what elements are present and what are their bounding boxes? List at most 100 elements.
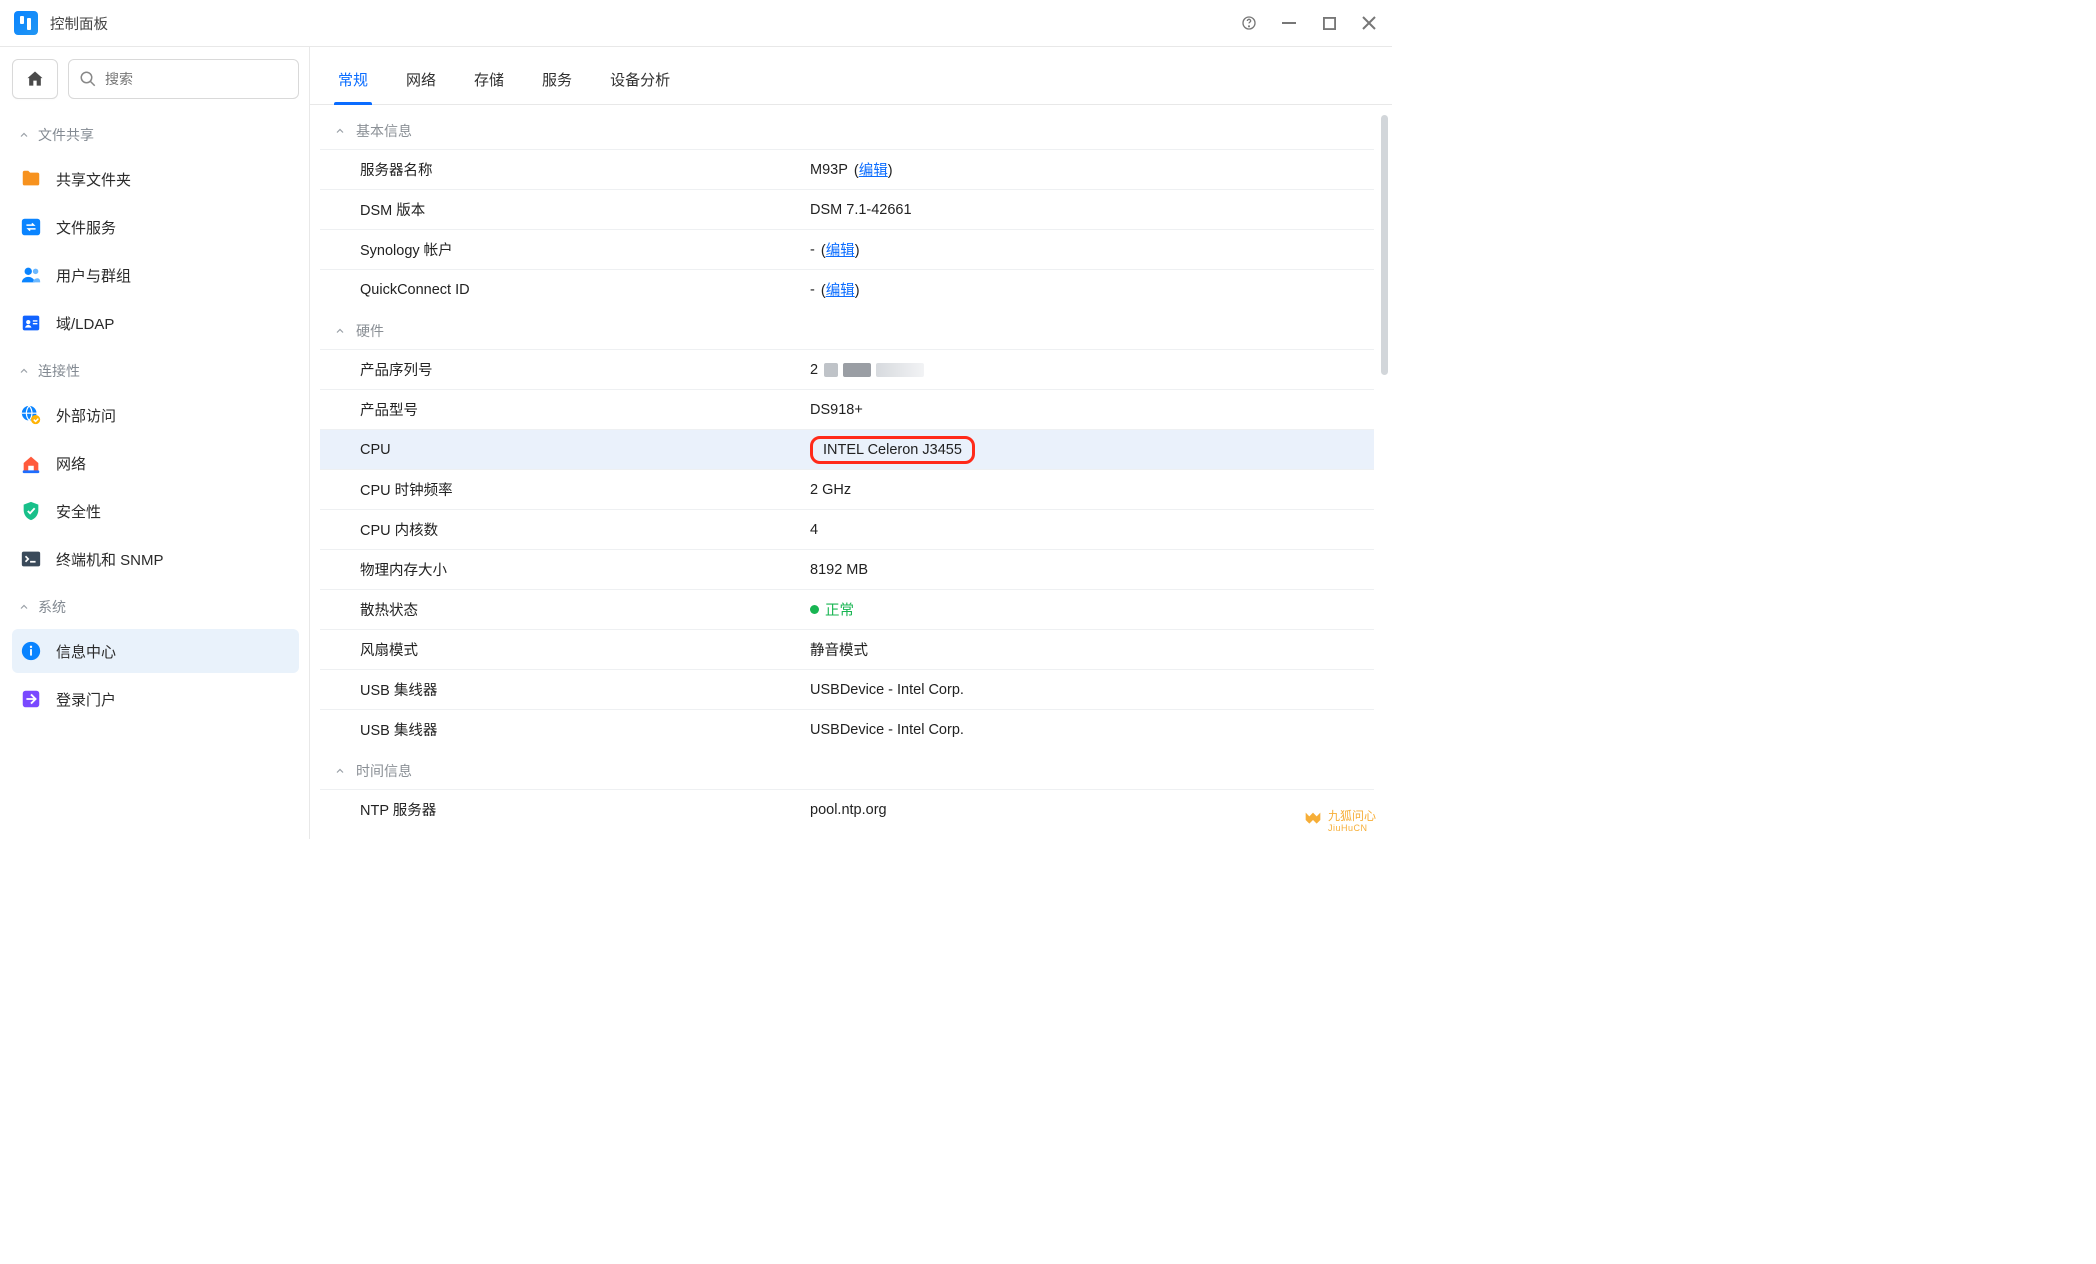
info-value: DS918+ bbox=[810, 402, 863, 418]
maximize-button[interactable] bbox=[1320, 14, 1338, 32]
info-row: CPU 时钟频率2 GHz bbox=[320, 469, 1374, 509]
home-icon bbox=[25, 69, 45, 89]
info-label: CPU 内核数 bbox=[360, 519, 810, 540]
tab-general[interactable]: 常规 bbox=[334, 63, 372, 104]
info-label: 产品序列号 bbox=[360, 359, 810, 380]
users-icon bbox=[20, 264, 42, 286]
sidebar-group-label: 文件共享 bbox=[38, 125, 94, 145]
info-row: 物理内存大小8192 MB bbox=[320, 549, 1374, 589]
tabs: 常规网络存储服务设备分析 bbox=[310, 47, 1392, 105]
info-row: 服务器名称M93P (编辑) bbox=[320, 149, 1374, 189]
main-panel: 常规网络存储服务设备分析 基本信息服务器名称M93P (编辑)DSM 版本DSM… bbox=[310, 47, 1392, 839]
search-field[interactable] bbox=[68, 59, 299, 99]
sidebar-item-shared-folders[interactable]: 共享文件夹 bbox=[12, 157, 299, 201]
titlebar: 控制面板 bbox=[0, 0, 1392, 47]
section-header-hardware[interactable]: 硬件 bbox=[320, 309, 1374, 349]
status-text: 正常 bbox=[825, 599, 854, 620]
edit-link[interactable]: 编辑 bbox=[826, 283, 855, 299]
section-title: 硬件 bbox=[356, 321, 384, 341]
info-row: USB 集线器USBDevice - Intel Corp. bbox=[320, 709, 1374, 749]
info-value: 8192 MB bbox=[810, 562, 868, 578]
info-value: M93P (编辑) bbox=[810, 159, 893, 180]
info-row: CPU 内核数4 bbox=[320, 509, 1374, 549]
info-value: 2 bbox=[810, 362, 924, 378]
section-header-basic[interactable]: 基本信息 bbox=[320, 109, 1374, 149]
sidebar-group-文件共享[interactable]: 文件共享 bbox=[12, 117, 299, 153]
sidebar-group-连接性[interactable]: 连接性 bbox=[12, 353, 299, 389]
search-input[interactable] bbox=[105, 71, 288, 87]
info-row: DSM 版本DSM 7.1-42661 bbox=[320, 189, 1374, 229]
info-label: NTP 服务器 bbox=[360, 799, 810, 820]
info-row: QuickConnect ID- (编辑) bbox=[320, 269, 1374, 309]
value-text: 2 bbox=[810, 362, 818, 378]
info-value: - (编辑) bbox=[810, 279, 860, 300]
section-title: 基本信息 bbox=[356, 121, 412, 141]
window-controls bbox=[1240, 14, 1378, 32]
tab-device[interactable]: 设备分析 bbox=[606, 63, 674, 104]
sidebar-group-label: 连接性 bbox=[38, 361, 80, 381]
app-icon bbox=[14, 11, 38, 35]
watermark-sub: JiuHuCN bbox=[1328, 824, 1376, 833]
help-button[interactable] bbox=[1240, 14, 1258, 32]
sidebar-item-label: 外部访问 bbox=[56, 405, 116, 426]
idcard-icon bbox=[20, 312, 42, 334]
sidebar-item-external-access[interactable]: 外部访问 bbox=[12, 393, 299, 437]
transfer-icon bbox=[20, 216, 42, 238]
info-value: 静音模式 bbox=[810, 639, 868, 660]
info-label: 风扇模式 bbox=[360, 639, 810, 660]
close-button[interactable] bbox=[1360, 14, 1378, 32]
sidebar-item-file-services[interactable]: 文件服务 bbox=[12, 205, 299, 249]
info-row: 散热状态正常 bbox=[320, 589, 1374, 629]
info-value: USBDevice - Intel Corp. bbox=[810, 682, 964, 698]
home-button[interactable] bbox=[12, 59, 58, 99]
sidebar-group-系统[interactable]: 系统 bbox=[12, 589, 299, 625]
sidebar-item-label: 域/LDAP bbox=[56, 313, 114, 334]
sidebar-item-network[interactable]: 网络 bbox=[12, 441, 299, 485]
sidebar-item-login-portal[interactable]: 登录门户 bbox=[12, 677, 299, 721]
sidebar-item-security[interactable]: 安全性 bbox=[12, 489, 299, 533]
folder-icon bbox=[20, 168, 42, 190]
section-title: 时间信息 bbox=[356, 761, 412, 781]
info-label: DSM 版本 bbox=[360, 199, 810, 220]
tab-service[interactable]: 服务 bbox=[538, 63, 576, 104]
watermark-text: 九狐问心 bbox=[1328, 809, 1376, 823]
info-value: DSM 7.1-42661 bbox=[810, 202, 912, 218]
sidebar: 文件共享共享文件夹文件服务用户与群组域/LDAP 连接性外部访问网络安全性终端机和… bbox=[0, 47, 310, 839]
sidebar-item-info-center[interactable]: 信息中心 bbox=[12, 629, 299, 673]
info-row: CPUINTEL Celeron J3455 bbox=[320, 429, 1374, 469]
scrollbar[interactable] bbox=[1381, 115, 1388, 375]
portal-icon bbox=[20, 688, 42, 710]
value-text: - bbox=[810, 242, 815, 258]
info-value: 4 bbox=[810, 522, 818, 538]
edit-link[interactable]: 编辑 bbox=[826, 243, 855, 259]
sidebar-item-label: 终端机和 SNMP bbox=[56, 549, 164, 570]
tab-storage[interactable]: 存储 bbox=[470, 63, 508, 104]
sidebar-item-label: 信息中心 bbox=[56, 641, 116, 662]
sidebar-item-terminal-snmp[interactable]: 终端机和 SNMP bbox=[12, 537, 299, 581]
watermark: 九狐问心 JiuHuCN bbox=[1302, 807, 1376, 833]
info-value: - (编辑) bbox=[810, 239, 860, 260]
sidebar-item-label: 安全性 bbox=[56, 501, 101, 522]
tab-network[interactable]: 网络 bbox=[402, 63, 440, 104]
info-value: 2 GHz bbox=[810, 482, 851, 498]
shield-icon bbox=[20, 500, 42, 522]
info-label: 产品型号 bbox=[360, 399, 810, 420]
info-label: USB 集线器 bbox=[360, 679, 810, 700]
info-label: USB 集线器 bbox=[360, 719, 810, 740]
minimize-button[interactable] bbox=[1280, 14, 1298, 32]
sidebar-item-domain-ldap[interactable]: 域/LDAP bbox=[12, 301, 299, 345]
info-label: 散热状态 bbox=[360, 599, 810, 620]
sidebar-item-users-groups[interactable]: 用户与群组 bbox=[12, 253, 299, 297]
redacted-value bbox=[824, 363, 924, 377]
info-value: INTEL Celeron J3455 bbox=[810, 436, 975, 464]
info-row: Synology 帐户- (编辑) bbox=[320, 229, 1374, 269]
info-row: 产品型号DS918+ bbox=[320, 389, 1374, 429]
globe-link-icon bbox=[20, 404, 42, 426]
terminal-icon bbox=[20, 548, 42, 570]
info-icon bbox=[20, 640, 42, 662]
info-label: QuickConnect ID bbox=[360, 282, 810, 298]
section-header-time[interactable]: 时间信息 bbox=[320, 749, 1374, 789]
edit-link[interactable]: 编辑 bbox=[859, 163, 888, 179]
sidebar-item-label: 文件服务 bbox=[56, 217, 116, 238]
status-dot-icon bbox=[810, 605, 819, 614]
